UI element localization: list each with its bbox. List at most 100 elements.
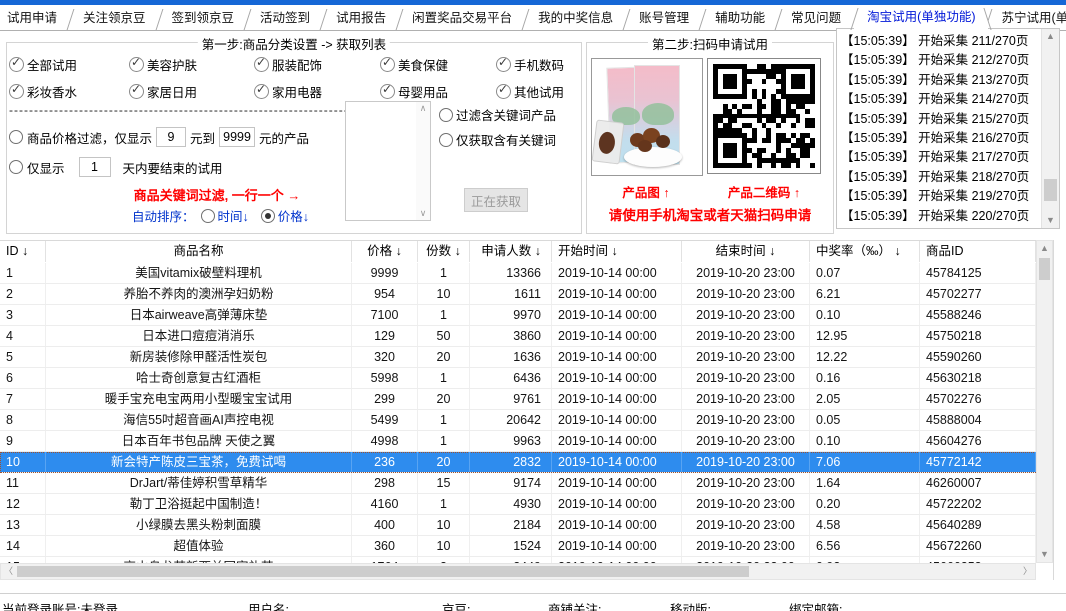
cell-pid: 45604276 — [920, 431, 1036, 451]
table-row-10[interactable]: 10新会特产陈皮三宝茶，免费试喝2362028322019-10-14 00:0… — [0, 452, 1036, 473]
price-max-input[interactable] — [219, 127, 255, 147]
table-row-5[interactable]: 5新房装修除甲醛活性炭包3202016362019-10-14 00:00201… — [0, 347, 1036, 368]
checkbox-checked-icon[interactable] — [129, 57, 144, 72]
scroll-right-icon[interactable]: 〉 — [1020, 564, 1035, 579]
keyword-option-2[interactable]: 仅获取含有关键词 — [439, 130, 556, 149]
scroll-down-icon[interactable]: ▼ — [1042, 213, 1059, 228]
scroll-thumb[interactable] — [1044, 179, 1057, 201]
scroll-left-icon[interactable]: 〈 — [1, 564, 16, 579]
sort-option-2[interactable]: 价格↓ — [261, 206, 309, 225]
checkbox-checked-icon[interactable] — [380, 57, 395, 72]
checkbox-checked-icon[interactable] — [380, 84, 395, 99]
tab-11[interactable]: 淘宝试用(单独功能) — [854, 5, 988, 30]
category-checkbox-2[interactable]: 美容护肤 — [129, 55, 197, 74]
checkbox-checked-icon[interactable] — [496, 57, 511, 72]
tab-9[interactable]: 辅助功能 — [702, 6, 778, 30]
table-row-14[interactable]: 14超值体验3601015242019-10-14 00:002019-10-2… — [0, 536, 1036, 557]
table-row-1[interactable]: 1美国vitamix破壁料理机99991133662019-10-14 00:0… — [0, 263, 1036, 284]
category-checkbox-8[interactable]: 家用电器 — [254, 82, 322, 101]
table-row-3[interactable]: 3日本airweave高弹薄床垫7100199702019-10-14 00:0… — [0, 305, 1036, 326]
table-row-13[interactable]: 13小绿膜去黑头粉刺面膜4001021842019-10-14 00:00201… — [0, 515, 1036, 536]
days-input[interactable] — [79, 157, 111, 177]
table-row-9[interactable]: 9日本百年书包品牌 天使之翼4998199632019-10-14 00:002… — [0, 431, 1036, 452]
log-line: 【15:05:39】 开始采集 216/270页 — [841, 129, 1039, 148]
cell-name: 美国vitamix破壁料理机 — [46, 263, 352, 283]
price-min-input[interactable] — [156, 127, 186, 147]
cell-end: 2019-10-20 23:00 — [682, 410, 810, 430]
category-checkbox-1[interactable]: 全部试用 — [9, 55, 77, 74]
fetch-list-button[interactable]: 正在获取 — [464, 188, 528, 212]
scroll-down-icon[interactable]: ▼ — [1037, 547, 1052, 562]
table-row-4[interactable]: 4日本进口痘痘消消乐1295038602019-10-14 00:002019-… — [0, 326, 1036, 347]
scroll-up-icon[interactable]: ∧ — [416, 103, 430, 114]
category-checkbox-4[interactable]: 美食保健 — [380, 55, 448, 74]
checkbox-checked-icon[interactable] — [9, 57, 24, 72]
tab-2[interactable]: 关注领京豆 — [70, 6, 159, 30]
log-scrollbar[interactable]: ▲ ▼ — [1041, 29, 1059, 228]
tab-12[interactable]: 苏宁试用(单独功能) — [988, 6, 1066, 30]
checkbox-checked-icon[interactable] — [496, 84, 511, 99]
log-line: 【15:05:39】 开始采集 215/270页 — [841, 110, 1039, 129]
cell-pid: 45672260 — [920, 536, 1036, 556]
category-checkbox-7[interactable]: 家居日用 — [129, 82, 197, 101]
table-horizontal-scrollbar[interactable]: 〈 〉 — [0, 563, 1036, 580]
category-checkbox-3[interactable]: 服装配饰 — [254, 55, 322, 74]
table-row-12[interactable]: 12勒丁卫浴挺起中国制造！4160149302019-10-14 00:0020… — [0, 494, 1036, 515]
table-row-11[interactable]: 11DrJart/蒂佳婷积雪草精华2981591742019-10-14 00:… — [0, 473, 1036, 494]
scroll-up-icon[interactable]: ▲ — [1042, 29, 1059, 44]
keyword-option-1[interactable]: 过滤含关键词产品 — [439, 105, 556, 124]
price-filter-radio[interactable] — [9, 130, 23, 144]
checkbox-checked-icon[interactable] — [129, 84, 144, 99]
scroll-down-icon[interactable]: ∨ — [416, 208, 430, 219]
scroll-up-icon[interactable]: ▲ — [1037, 241, 1052, 256]
column-header-id[interactable]: ID ↓ — [0, 241, 46, 262]
cell-name: 海信55吋超音画AI声控电视 — [46, 410, 352, 430]
cell-qty: 1 — [418, 431, 470, 451]
table-row-6[interactable]: 6哈士奇创意复古红酒柜5998164362019-10-14 00:002019… — [0, 368, 1036, 389]
column-header-price[interactable]: 价格 ↓ — [352, 241, 418, 262]
tab-7[interactable]: 我的中奖信息 — [525, 6, 626, 30]
column-header-qty[interactable]: 份数 ↓ — [418, 241, 470, 262]
checkbox-checked-icon[interactable] — [9, 84, 24, 99]
tab-4[interactable]: 活动签到 — [247, 6, 323, 30]
table-vertical-scrollbar[interactable]: ▲ ▼ — [1036, 240, 1053, 563]
tab-10[interactable]: 常见问题 — [778, 6, 854, 30]
radio-icon[interactable] — [201, 209, 215, 223]
tab-6[interactable]: 闲置奖品交易平台 — [399, 6, 525, 30]
qr-code-label: 产品二维码 ↑ — [707, 182, 821, 201]
column-header-name[interactable]: 商品名称 — [46, 241, 352, 262]
category-checkbox-9[interactable]: 母婴用品 — [380, 82, 448, 101]
radio-icon[interactable] — [261, 209, 275, 223]
radio-icon[interactable] — [439, 108, 453, 122]
scroll-thumb[interactable] — [1039, 258, 1050, 280]
cell-qty: 10 — [418, 536, 470, 556]
radio-icon[interactable] — [439, 133, 453, 147]
category-checkbox-5[interactable]: 手机数码 — [496, 55, 564, 74]
table-row-8[interactable]: 8海信55吋超音画AI声控电视54991206422019-10-14 00:0… — [0, 410, 1036, 431]
category-checkbox-10[interactable]: 其他试用 — [496, 82, 564, 101]
cell-name: 日本进口痘痘消消乐 — [46, 326, 352, 346]
tab-5[interactable]: 试用报告 — [323, 6, 399, 30]
column-header-end[interactable]: 结束时间 ↓ — [682, 241, 810, 262]
column-header-pid[interactable]: 商品ID — [920, 241, 1036, 262]
sort-option-1[interactable]: 时间↓ — [201, 206, 249, 225]
column-header-applicants[interactable]: 申请人数 ↓ — [470, 241, 552, 262]
log-line: 【15:05:39】 开始采集 218/270页 — [841, 168, 1039, 187]
column-header-start[interactable]: 开始时间 ↓ — [552, 241, 682, 262]
tab-1[interactable]: 试用申请 — [0, 6, 70, 30]
table-row-7[interactable]: 7暖手宝充电宝两用小型暖宝宝试用2992097612019-10-14 00:0… — [0, 389, 1036, 410]
tab-3[interactable]: 签到领京豆 — [159, 6, 248, 30]
column-header-rate[interactable]: 中奖率（‰） ↓ — [810, 241, 920, 262]
scroll-thumb[interactable] — [17, 566, 749, 577]
tab-8[interactable]: 账号管理 — [626, 6, 702, 30]
cell-id: 10 — [0, 452, 46, 472]
cell-qty: 1 — [418, 494, 470, 514]
checkbox-checked-icon[interactable] — [254, 84, 269, 99]
cell-id: 13 — [0, 515, 46, 535]
textarea-scrollbar[interactable]: ∧ ∨ — [416, 102, 430, 220]
table-row-2[interactable]: 2养胎不养肉的澳洲孕妇奶粉9541016112019-10-14 00:0020… — [0, 284, 1036, 305]
checkbox-checked-icon[interactable] — [254, 57, 269, 72]
category-checkbox-6[interactable]: 彩妆香水 — [9, 82, 77, 101]
days-filter-radio[interactable] — [9, 160, 23, 174]
category-label: 美食保健 — [398, 55, 448, 74]
